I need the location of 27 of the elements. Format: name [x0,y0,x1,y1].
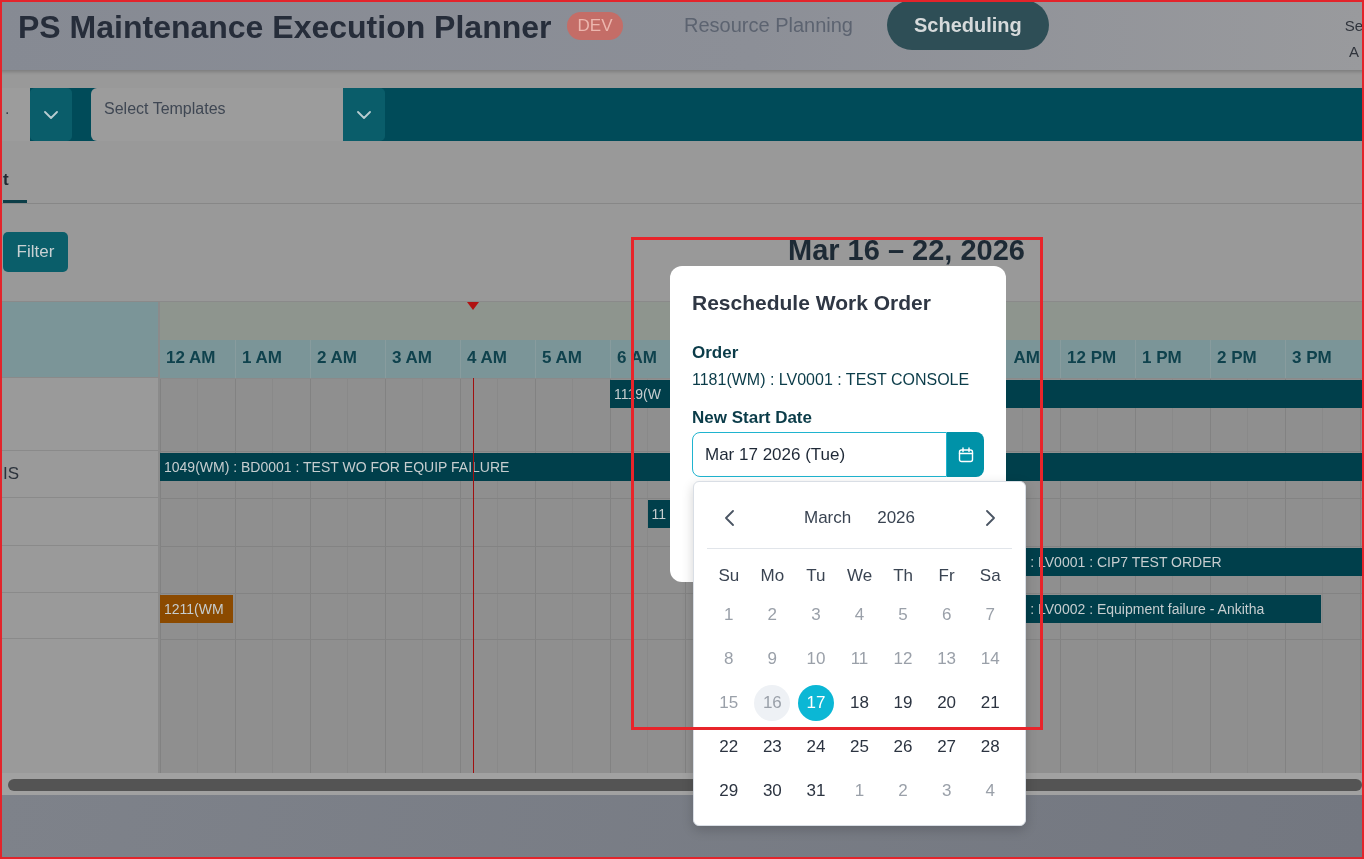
weekday-label: Fr [937,565,956,588]
weekday-label: Th [892,565,914,588]
weekday-label: Mo [759,565,786,588]
user-info-text: Se [1344,16,1364,36]
weekday-label: Sa [978,565,1002,588]
user-info-text: A [1349,42,1359,62]
hour-label: 4 AM [460,340,535,378]
hour-label: 2 AM [310,340,385,378]
dialog-title: Reschedule Work Order [692,290,932,316]
weekday-label: We [845,565,874,588]
hour-label: 3 PM [1285,340,1360,378]
hour-label: 1 AM [235,340,310,378]
weekday-label: Su [717,565,741,588]
hour-label: 12 AM [165,347,217,369]
weekday-label: Tu [805,565,827,588]
environment-badge: DEV [567,12,623,40]
app-title: PS Maintenance Execution Planner [18,8,549,46]
field-label: New Start Date [692,407,813,429]
hour-label: 12 PM [1060,340,1135,378]
field-label: Order [692,342,740,364]
resource-name: IS [3,463,20,486]
hour-label: 1 PM [1135,340,1210,378]
hour-label: 2 PM [1210,340,1285,378]
order-value: 1181(WM) : LV0001 : TEST CONSOLE [692,370,971,390]
hour-label: 3 AM [385,340,460,378]
date-range-title: Mar 16 – 22, 2026 [788,233,1025,267]
hour-label: 5 AM [535,340,610,378]
